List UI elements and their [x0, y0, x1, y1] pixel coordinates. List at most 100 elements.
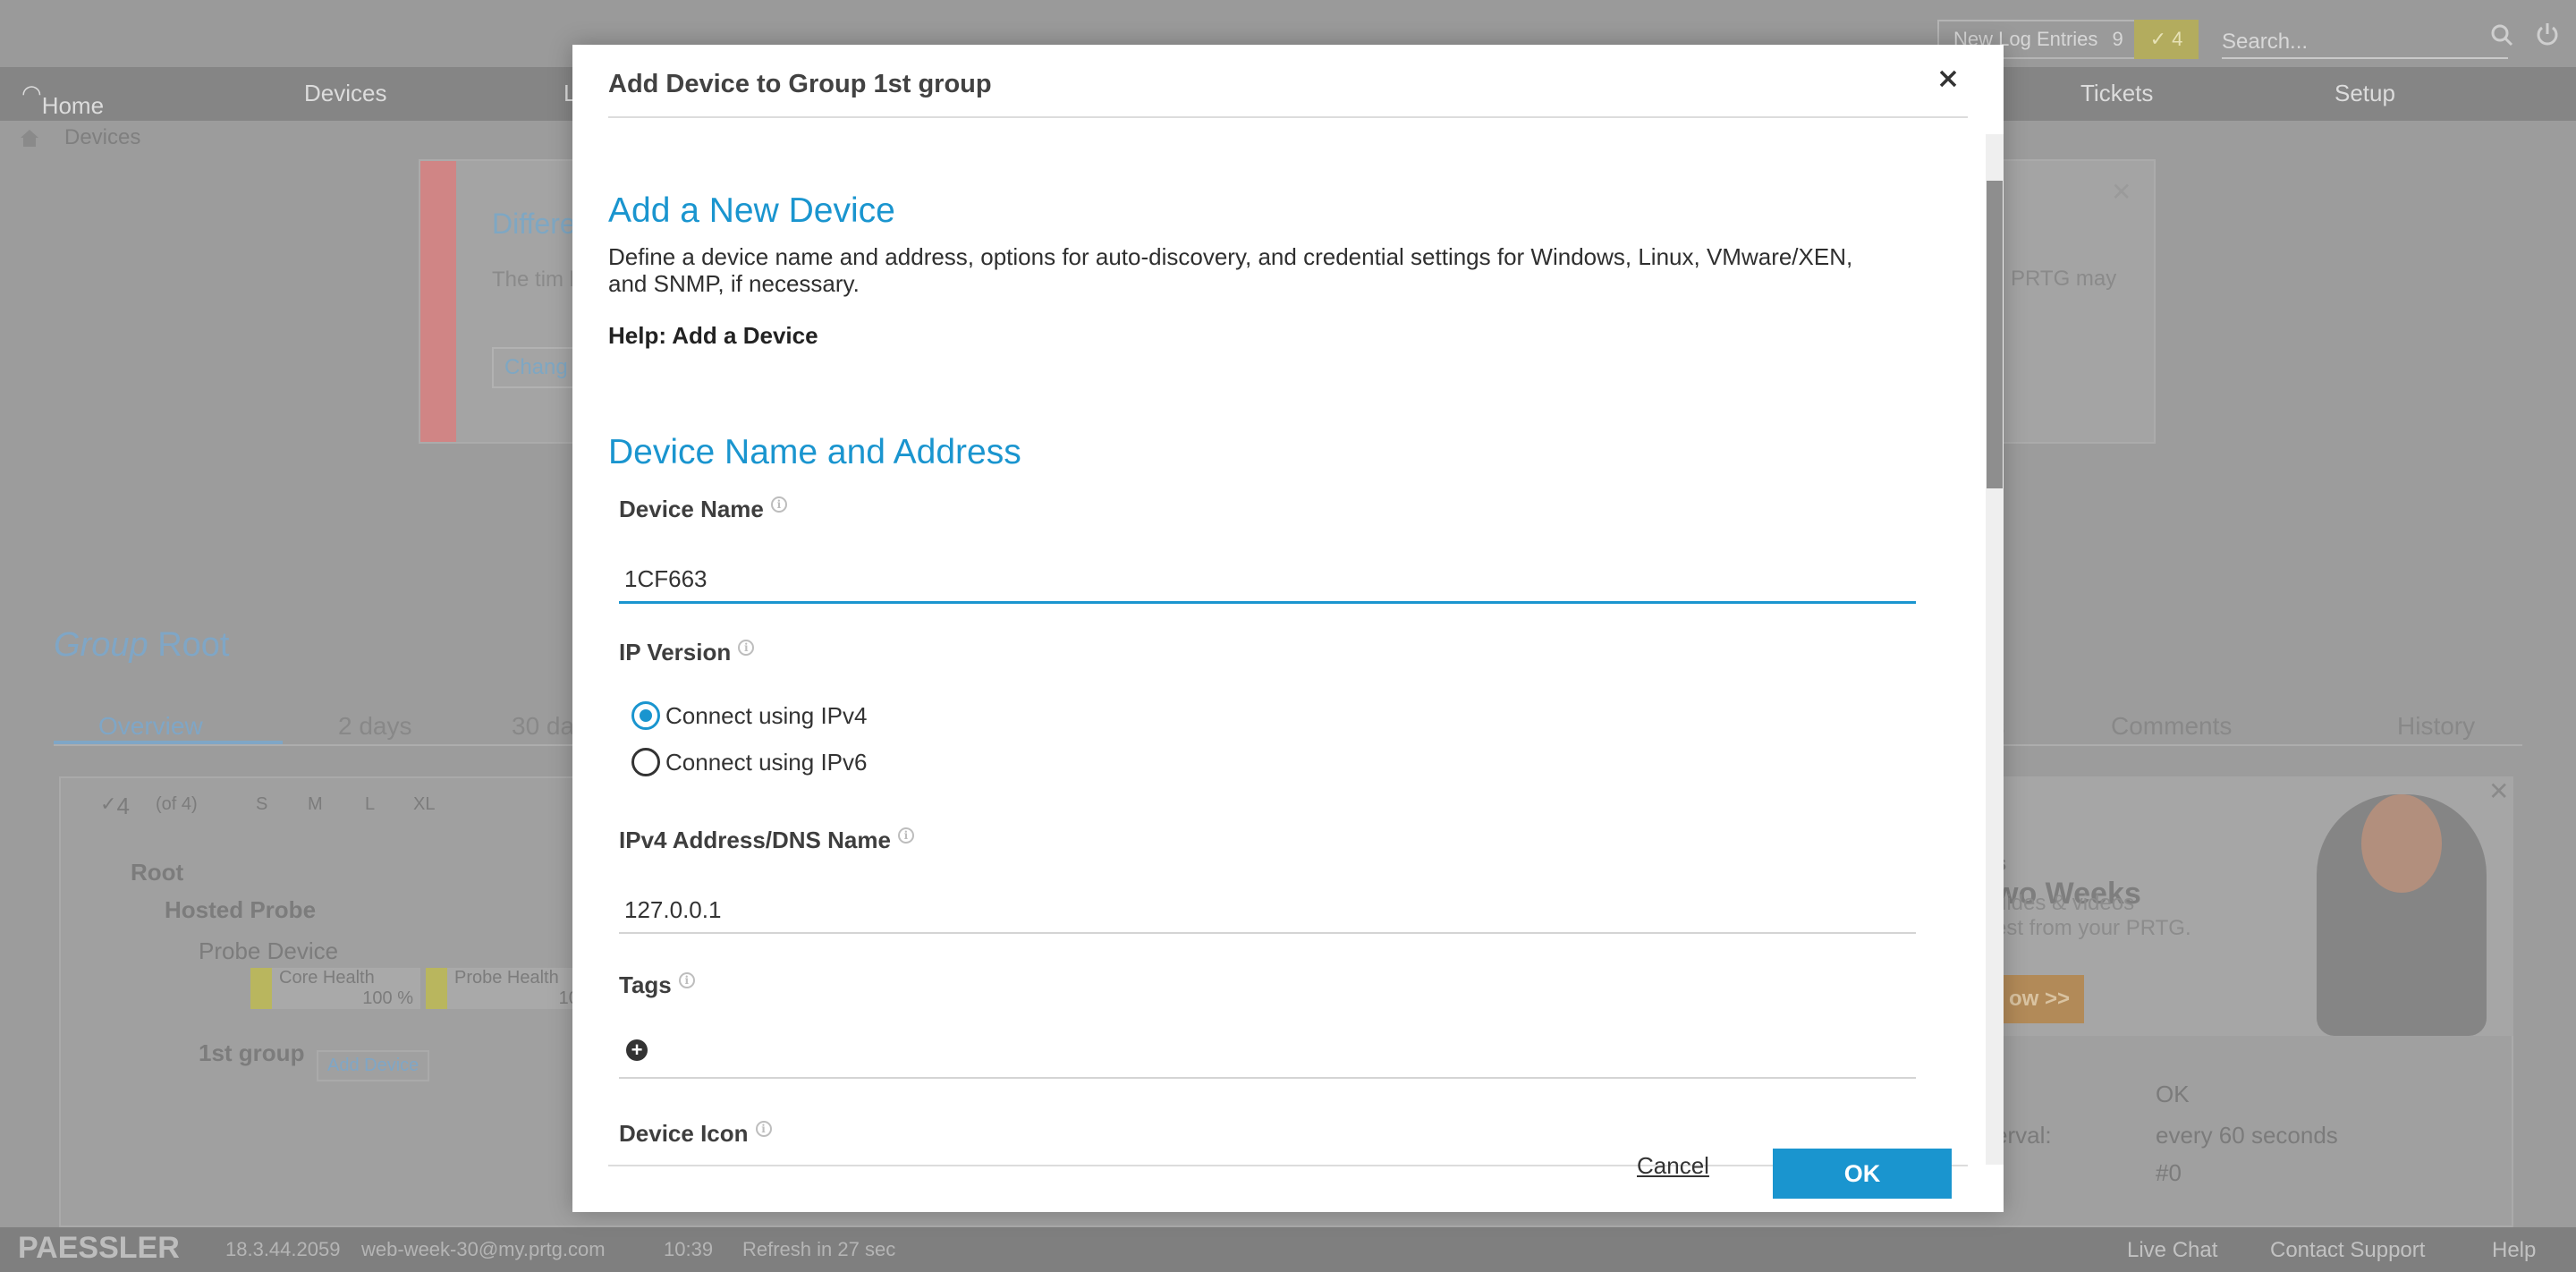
gauge-core-value: 100 % [362, 988, 413, 1008]
footer-bar: PAESSLER 18.3.44.2059 web-week-30@my.prt… [0, 1227, 2576, 1272]
promo-sub-line2: est from your PRTG. [1995, 916, 2191, 940]
ipv4-address-label-text: IPv4 Address/DNS Name [619, 827, 891, 853]
footer-help[interactable]: Help [2492, 1238, 2536, 1263]
status-interval: every 60 seconds [2156, 1122, 2338, 1149]
ok-sensors-badge[interactable]: ✓ 4 [2134, 20, 2199, 59]
ipv6-radio-label: Connect using IPv6 [665, 748, 868, 776]
ipv4-address-underline [619, 932, 1916, 934]
promo-close-icon[interactable]: ✕ [2488, 776, 2509, 806]
promo-subtitle: uides & videos est from your PRTG. [1995, 891, 2191, 941]
tree-count-of: (of 4) [156, 794, 198, 814]
gauge-core-label: Core Health [279, 968, 375, 988]
cancel-button[interactable]: Cancel [1637, 1152, 1709, 1180]
nav-home[interactable]: ◠ Home [21, 80, 104, 119]
info-icon[interactable]: i [897, 827, 914, 844]
ok-sensors-count: 4 [2172, 28, 2183, 50]
footer-live-chat[interactable]: Live Chat [2127, 1238, 2217, 1263]
info-icon[interactable]: i [755, 1121, 772, 1138]
group-title-prefix: Group [54, 626, 148, 664]
group-title-name: Root [157, 626, 230, 664]
add-tag-icon[interactable]: + [626, 1039, 648, 1061]
dialog-description: Define a device name and address, option… [608, 243, 1853, 297]
search-input[interactable]: Search... [2222, 25, 2508, 59]
logout-icon[interactable] [2535, 21, 2560, 47]
section-add-new-device: Add a New Device [608, 191, 895, 230]
device-name-label: Device Name i [619, 496, 787, 523]
promo-person-head [2361, 794, 2442, 893]
tab-active-underline [54, 741, 283, 744]
tags-underline [619, 1077, 1916, 1079]
alert-close-icon[interactable]: ✕ [2111, 177, 2131, 207]
paessler-logo: PAESSLER [18, 1231, 180, 1265]
nav-devices[interactable]: Devices [304, 80, 386, 107]
promo-sub-line1: uides & videos [1995, 891, 2135, 915]
size-s-button[interactable]: S [256, 794, 267, 815]
ipv4-radio[interactable] [631, 701, 660, 730]
home-icon[interactable] [18, 127, 41, 148]
tree-count-value: 4 [116, 793, 130, 819]
ip-version-label-text: IP Version [619, 639, 732, 666]
footer-user[interactable]: web-week-30@my.prtg.com [361, 1238, 606, 1261]
ipv4-address-label: IPv4 Address/DNS Name i [619, 827, 914, 854]
device-name-input[interactable] [619, 555, 1916, 603]
tags-label-text: Tags [619, 971, 672, 998]
dialog-footer-divider [608, 1165, 1968, 1166]
section-device-name-address: Device Name and Address [608, 433, 1021, 471]
dialog-title: Add Device to Group 1st group [608, 70, 992, 98]
size-l-button[interactable]: L [365, 794, 375, 815]
ipv6-radio[interactable] [631, 748, 660, 776]
tree-1st-group[interactable]: 1st group [199, 1039, 304, 1067]
tab-30-days[interactable]: 30 da [512, 712, 574, 741]
tab-2-days[interactable]: 2 days [338, 712, 412, 741]
dialog-scrollbar-thumb[interactable] [1987, 181, 2003, 488]
dialog-header: Add Device to Group 1st group [608, 45, 1968, 118]
ipv4-radio-option[interactable]: Connect using IPv4 [631, 701, 867, 730]
info-icon[interactable]: i [738, 640, 755, 657]
device-name-label-text: Device Name [619, 496, 764, 522]
tree-probe-device[interactable]: Probe Device [199, 937, 338, 965]
tab-history[interactable]: History [2397, 712, 2475, 741]
size-xl-button[interactable]: XL [413, 794, 435, 815]
ip-version-label: IP Version i [619, 639, 755, 666]
tab-comments[interactable]: Comments [2111, 712, 2232, 741]
ok-button[interactable]: OK [1773, 1149, 1952, 1199]
footer-contact-support[interactable]: Contact Support [2270, 1238, 2425, 1263]
promo-button[interactable]: ow >> [1995, 975, 2084, 1023]
group-title: Group Root [54, 626, 229, 665]
tree-hosted-probe[interactable]: Hosted Probe [165, 896, 316, 924]
device-icon-label-text: Device Icon [619, 1120, 749, 1147]
footer-time: 10:39 [664, 1238, 714, 1260]
device-name-underline [619, 601, 1916, 604]
new-log-count: 9 [2112, 28, 2123, 50]
ipv6-radio-option[interactable]: Connect using IPv6 [631, 748, 867, 776]
info-icon[interactable]: i [678, 972, 695, 989]
promo-title-line1: s [1995, 852, 2141, 877]
tree-count: ✓ 4 [100, 793, 130, 819]
footer-refresh[interactable]: Refresh in 27 sec [742, 1238, 895, 1261]
tree-add-device-button[interactable]: Add Device [317, 1050, 430, 1081]
device-icon-label: Device Icon i [619, 1120, 772, 1148]
tags-label: Tags i [619, 971, 695, 999]
gauge-probe-health[interactable]: Probe Health 100 [426, 968, 596, 1009]
dialog-body: Add a New Device Define a device name an… [608, 134, 2004, 1165]
close-icon[interactable] [1934, 64, 1962, 93]
footer-version: 18.3.44.2059 [225, 1238, 341, 1260]
nav-home-label: Home [41, 92, 105, 119]
size-m-button[interactable]: M [308, 794, 323, 815]
tab-overview[interactable]: Overview [98, 712, 203, 741]
gauge-core-health[interactable]: Core Health 100 % [250, 968, 420, 1009]
nav-tickets[interactable]: Tickets [2080, 80, 2153, 107]
promo-banner: s wo Weeks uides & videos est from your … [1995, 776, 2513, 1036]
tree-root[interactable]: Root [131, 859, 183, 886]
info-icon[interactable]: i [770, 496, 787, 513]
alert-text-right: PRTG may [2011, 267, 2117, 291]
help-link[interactable]: Help: Add a Device [608, 322, 818, 350]
add-device-dialog: Add Device to Group 1st group Add a New … [572, 45, 2004, 1212]
ipv4-address-input[interactable] [619, 886, 1916, 934]
search-icon[interactable] [2490, 23, 2513, 47]
alert-title: Differe [492, 208, 576, 240]
status-id: #0 [2156, 1159, 2182, 1186]
nav-setup[interactable]: Setup [2334, 80, 2395, 107]
breadcrumb[interactable]: Devices [64, 125, 140, 150]
status-state: OK [2156, 1081, 2190, 1107]
